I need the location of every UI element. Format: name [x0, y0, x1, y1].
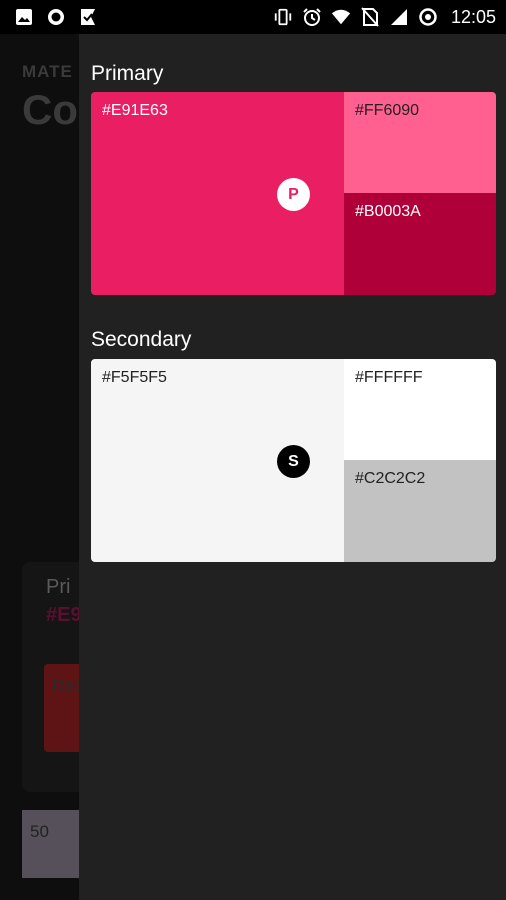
primary-palette: #E91E63 P #FF6090 #B0003A — [91, 92, 496, 295]
primary-section-title: Primary — [91, 62, 164, 85]
card-label: Pri — [46, 576, 71, 598]
secondary-light-hex: #FFFFFF — [355, 369, 423, 386]
secondary-main-hex: #F5F5F5 — [102, 369, 167, 386]
secondary-light-swatch[interactable]: #FFFFFF — [344, 359, 496, 460]
card-swatch-label: Rec — [52, 676, 83, 695]
secondary-dark-hex: #C2C2C2 — [355, 470, 426, 487]
vibrate-icon — [273, 7, 293, 27]
check-flag-icon — [78, 7, 98, 27]
secondary-main-swatch[interactable]: #F5F5F5 S — [91, 359, 344, 562]
signal-icon — [389, 7, 409, 27]
data-saver-icon — [418, 7, 438, 27]
status-time: 12:05 — [450, 6, 496, 27]
primary-light-hex: #FF6090 — [355, 102, 420, 119]
no-sim-icon — [360, 7, 380, 27]
palette-drawer: Primary #E91E63 P #FF6090 #B0003A Second… — [79, 34, 506, 900]
app-overline: MATE — [22, 62, 73, 81]
primary-main-swatch[interactable]: #E91E63 P — [91, 92, 344, 295]
status-bar: 12:05 — [0, 0, 506, 34]
alarm-icon — [302, 7, 322, 27]
primary-main-hex: #E91E63 — [102, 102, 168, 119]
wifi-icon — [331, 7, 351, 27]
primary-dark-hex: #B0003A — [355, 203, 421, 220]
secondary-badge: S — [277, 445, 310, 478]
primary-light-swatch[interactable]: #FF6090 — [344, 92, 496, 193]
primary-dark-swatch[interactable]: #B0003A — [344, 193, 496, 295]
secondary-dark-swatch[interactable]: #C2C2C2 — [344, 460, 496, 562]
image-icon — [14, 7, 34, 27]
app-title: Co — [22, 86, 78, 133]
shade-tile-label: 50 — [30, 822, 49, 841]
primary-badge: P — [277, 178, 310, 211]
secondary-section-title: Secondary — [91, 328, 192, 351]
secondary-palette: #F5F5F5 S #FFFFFF #C2C2C2 — [91, 359, 496, 562]
record-icon — [46, 7, 66, 27]
card-hex: #E9 — [46, 604, 82, 626]
